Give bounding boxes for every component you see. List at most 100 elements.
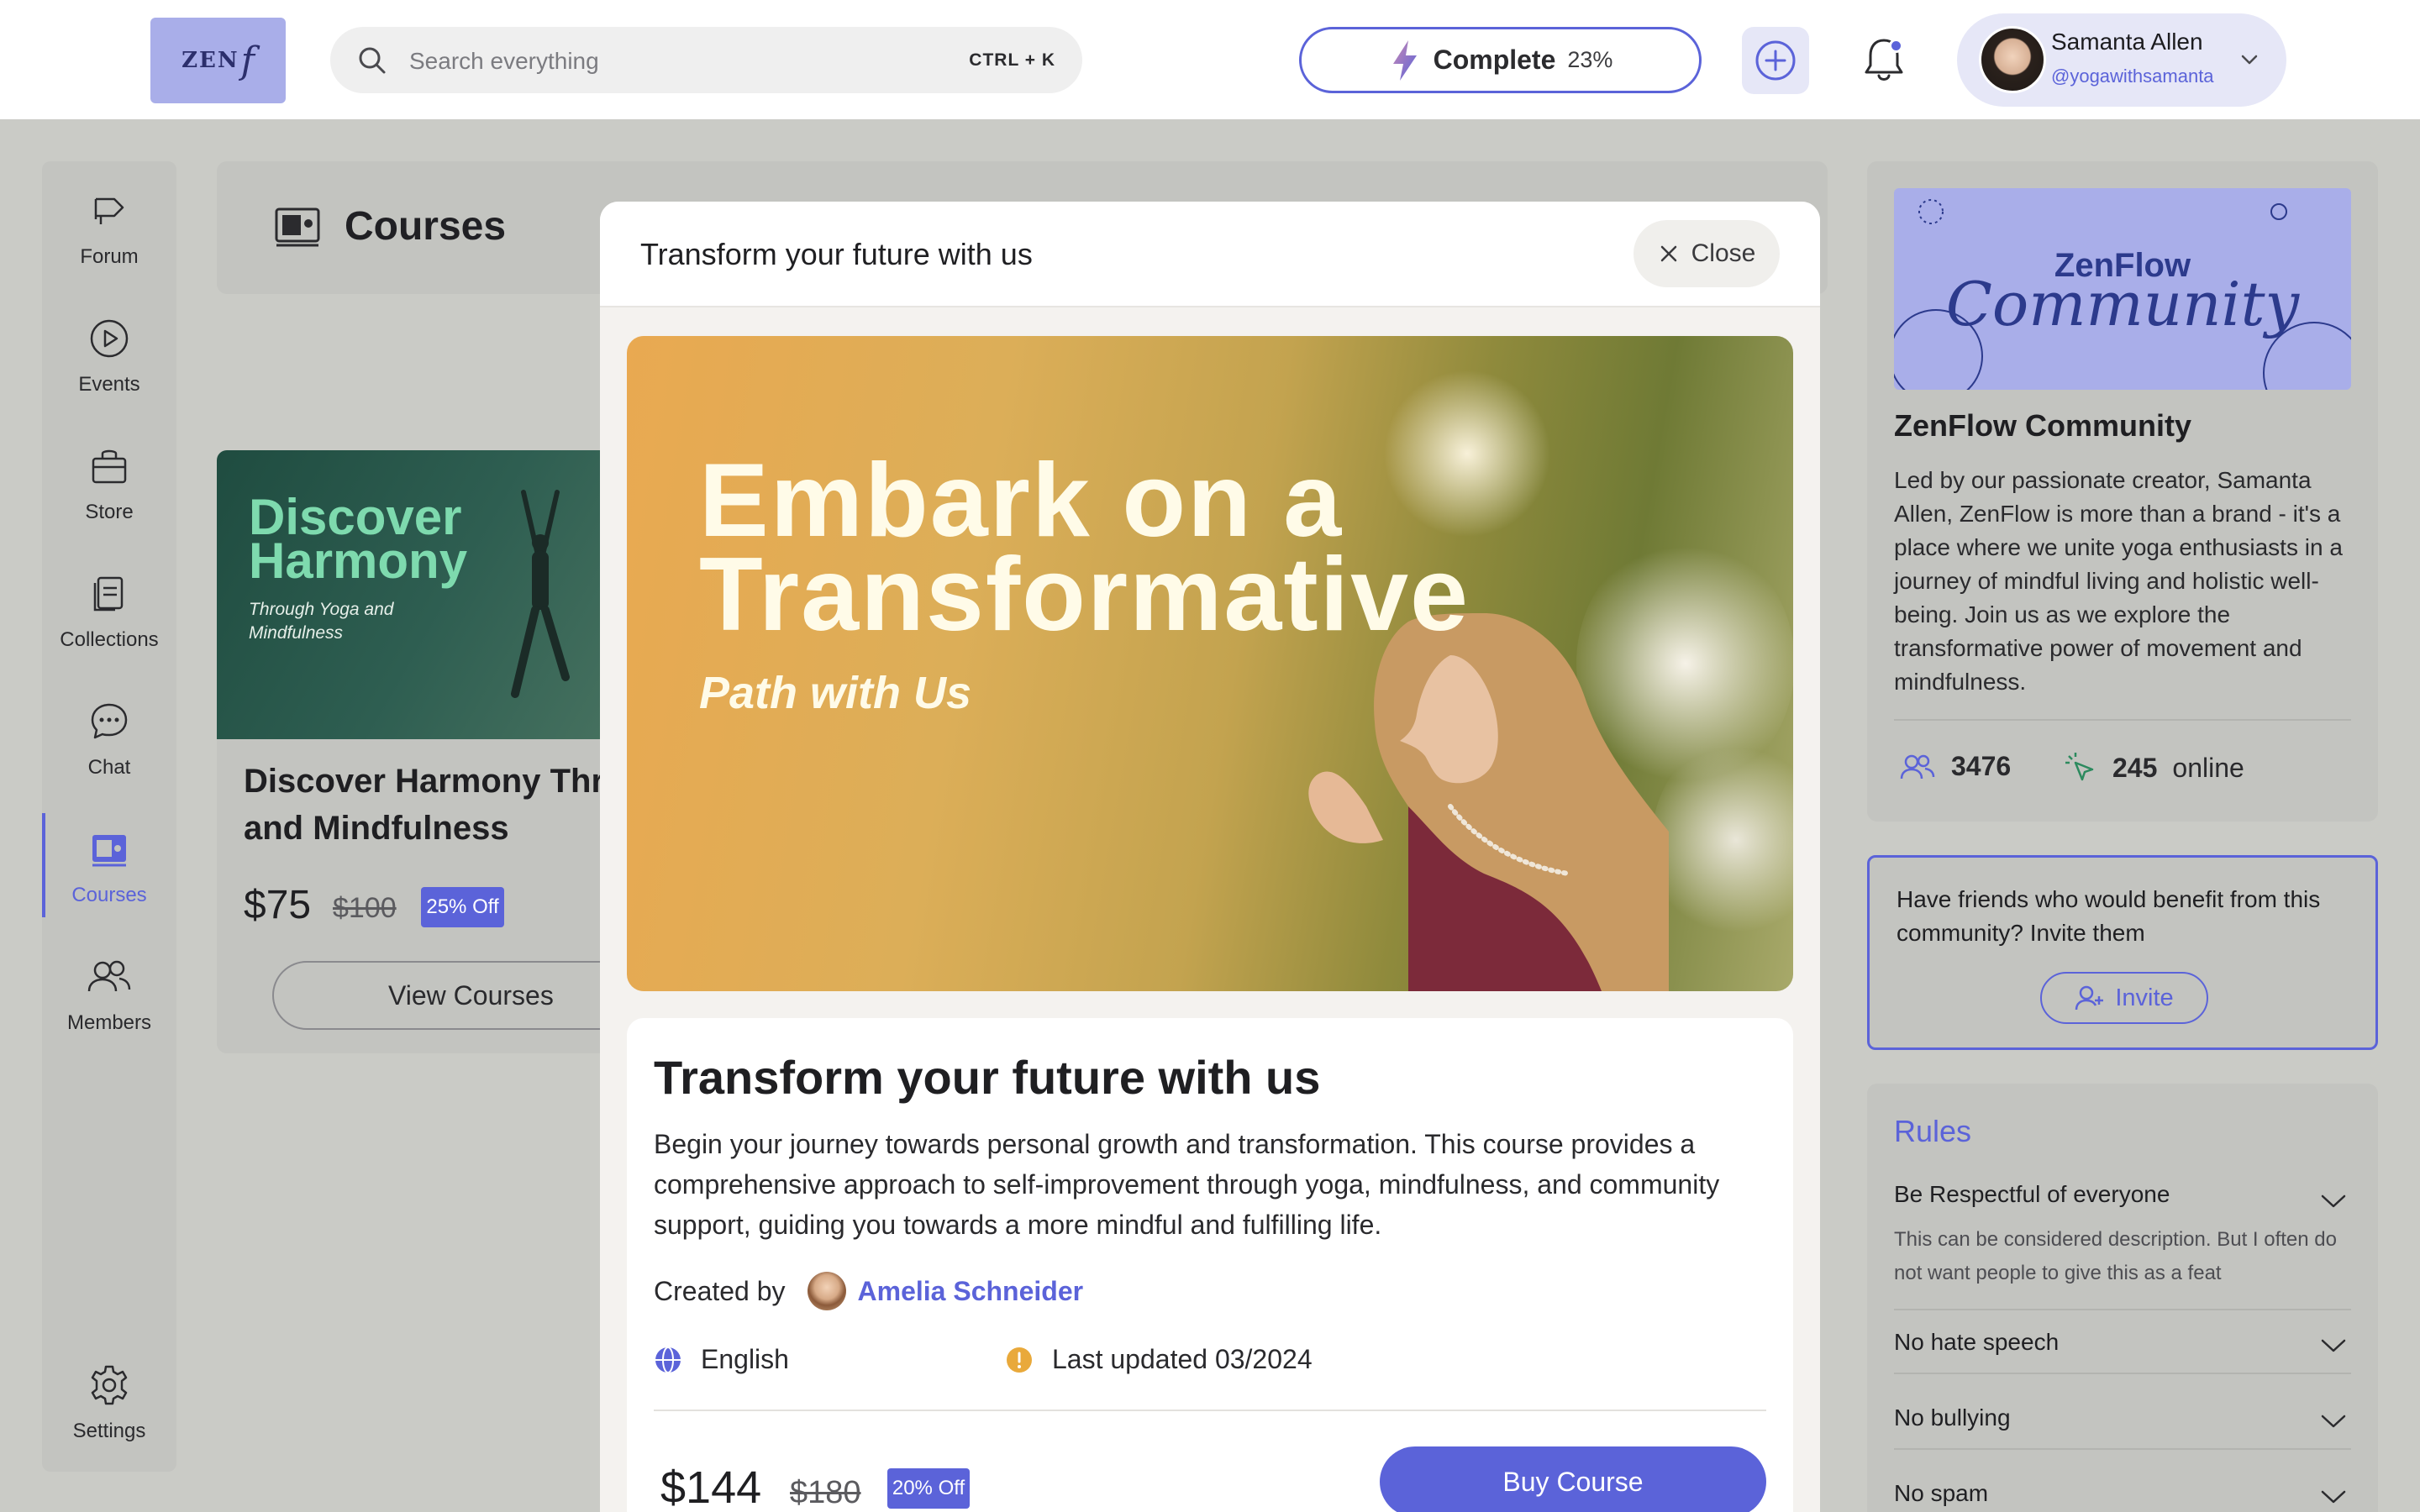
sidebar-item-label: Settings [72,1420,146,1442]
notifications-button[interactable] [1860,34,1908,86]
sidebar-item-label: Forum [80,245,139,268]
top-bar: ZEN f Search everything CTRL + K Complete… [0,0,2420,119]
course-hero-image: Embark on a Transformative Path with Us [627,336,1793,991]
globe-icon [654,1346,682,1374]
chat-bubble-icon [88,701,130,743]
plus-circle-icon [1754,39,1797,82]
close-button[interactable]: Close [1634,220,1780,287]
search-bar[interactable]: Search everything CTRL + K [330,27,1082,93]
sidebar-item-courses[interactable]: Courses [42,806,176,924]
sidebar-item-label: Chat [87,756,131,779]
megaphone-icon [89,190,129,232]
sidebar-item-settings[interactable]: Settings [42,1342,176,1460]
course-detail-modal: Transform your future with us Close Emba… [600,202,1820,1512]
users-icon [1899,752,1936,782]
discount-badge: 25% Off [421,887,504,927]
course-creator: Created by Amelia Schneider [654,1272,1083,1310]
rule-name: No bullying [1894,1404,2011,1431]
course-image: Discover Harmony Through Yoga and Mindfu… [217,450,612,739]
sidebar-item-label: Collections [60,628,159,651]
user-handle: @yogawithsamanta [2051,66,2214,87]
create-button[interactable] [1742,27,1809,94]
page-title: Courses [345,204,507,249]
modal-title: Transform your future with us [640,237,1033,271]
user-plus-icon [2075,984,2105,1011]
divider [1894,1448,2351,1450]
view-courses-button[interactable]: View Courses [272,961,612,1030]
course-old-price: $100 [333,892,397,924]
lightning-icon [1388,39,1422,82]
modal-header: Transform your future with us Close [600,202,1820,307]
course-price: $75 [244,883,312,927]
rule-item[interactable]: No spam [1894,1480,2351,1507]
chevron-down-icon[interactable] [2319,1337,2348,1354]
course-language: English [654,1344,789,1375]
invite-button-label: Invite [2115,984,2174,1011]
app-logo[interactable]: ZEN f [150,18,286,103]
logo-text: ZEN [182,48,239,73]
sidebar-item-label: Members [66,1011,152,1034]
course-description: Begin your journey towards personal grow… [654,1129,1720,1240]
presentation-icon [274,205,321,249]
search-input[interactable]: Search everything [409,48,599,75]
rules-card: Rules Be Respectful of everyone This can… [1867,1084,2378,1512]
invite-text: Have friends who would benefit from this… [1897,886,2321,946]
members-count-value: 3476 [1951,751,2012,781]
close-label: Close [1691,239,1756,267]
community-card: ZenFlow Community ZenFlow Community Led … [1867,161,2378,822]
community-banner: ZenFlow Community [1894,188,2351,390]
rule-name: No hate speech [1894,1329,2060,1355]
user-profile-menu[interactable]: Samanta Allen @yogawithsamanta [1957,13,2286,107]
course-image-subtitle: Through Yoga and Mindfulness [249,600,394,643]
divider [1894,1373,2351,1374]
online-label: online [2172,752,2244,783]
members-count: 3476 [1899,751,2011,782]
rule-item[interactable]: No hate speech [1894,1329,2351,1374]
course-title: Transform your future with us [654,1051,1321,1104]
creator-link[interactable]: Amelia Schneider [858,1276,1084,1307]
rule-item[interactable]: No bullying [1894,1404,2351,1450]
sidebar-item-members[interactable]: Members [42,934,176,1052]
chevron-down-icon[interactable] [2319,1193,2348,1210]
course-last-updated: Last updated 03/2024 [1005,1344,1313,1375]
course-old-price: $180 [790,1475,861,1510]
notification-dot [1889,39,1903,53]
invite-button[interactable]: Invite [2040,972,2208,1024]
completion-label: Complete [1433,45,1556,75]
shopping-bag-icon [88,445,130,487]
invite-card: Have friends who would benefit from this… [1867,855,2378,1050]
completion-percent: 23% [1567,47,1613,72]
search-icon [355,44,389,77]
avatar [807,1272,846,1310]
sidebar-item-collections[interactable]: Collections [42,551,176,669]
sidebar: Forum Events Store Collections Chat Cour… [42,161,176,1472]
chevron-down-icon[interactable] [2319,1488,2348,1505]
presentation-icon [88,828,130,870]
users-icon [86,956,133,998]
community-banner-script: Community [1945,269,2300,339]
profile-completion-button[interactable]: Complete 23% [1299,27,1702,93]
sidebar-item-label: Store [85,501,134,523]
yoga-figure-image [511,490,570,698]
rules-title: Rules [1894,1114,1972,1148]
search-shortcut: CTRL + K [969,50,1055,70]
divider [1894,1309,2351,1310]
course-title: Discover Harmony Through Yoga and Mindfu… [244,763,612,847]
language-value: English [701,1344,789,1374]
buy-course-button[interactable]: Buy Course [1380,1446,1766,1512]
chevron-down-icon[interactable] [2319,1413,2348,1430]
sidebar-item-chat[interactable]: Chat [42,679,176,796]
user-name: Samanta Allen [2051,29,2203,55]
sidebar-item-store[interactable]: Store [42,423,176,541]
document-stack-icon [88,573,130,615]
course-details: Transform your future with us Begin your… [627,1018,1793,1512]
rule-item[interactable]: Be Respectful of everyone This can be co… [1894,1181,2351,1310]
sidebar-item-events[interactable]: Events [42,296,176,413]
play-circle-icon [88,318,130,360]
course-card[interactable]: Discover Harmony Through Yoga and Mindfu… [217,450,612,1053]
sidebar-item-forum[interactable]: Forum [42,168,176,286]
created-by-label: Created by [654,1275,786,1306]
gear-icon [87,1364,131,1406]
alert-icon [1005,1346,1034,1374]
last-updated-value: Last updated 03/2024 [1052,1344,1313,1374]
